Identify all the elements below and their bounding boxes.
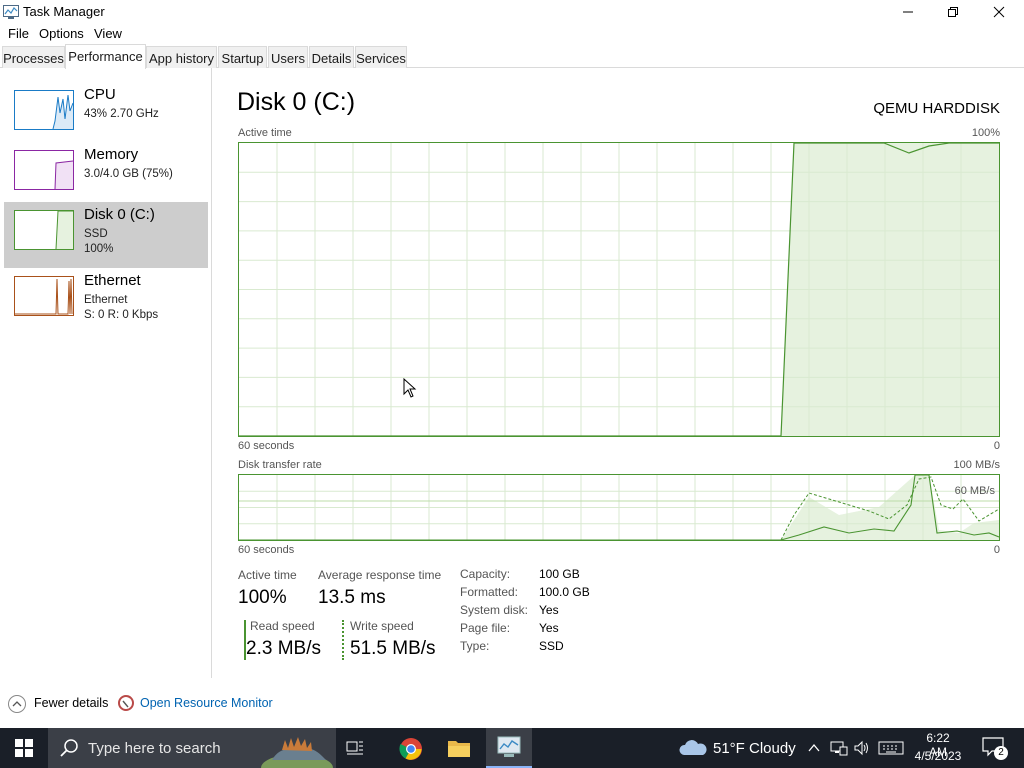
- info-formatted-key: Formatted:: [460, 585, 519, 599]
- chevron-up-tray-icon[interactable]: [807, 741, 821, 755]
- task-view-icon[interactable]: [345, 738, 365, 758]
- sidebar-disk-title: Disk 0 (C:): [84, 206, 155, 223]
- info-page-file-value: Yes: [539, 621, 559, 635]
- sidebar-item-ethernet[interactable]: Ethernet Ethernet S: 0 R: 0 Kbps: [4, 268, 208, 334]
- menu-options[interactable]: Options: [39, 26, 84, 41]
- resource-monitor-icon: [118, 695, 134, 711]
- transfer-rate-graph-mid: 60 MB/s: [954, 485, 995, 497]
- task-manager-taskbar-icon: [497, 736, 521, 757]
- tab-services[interactable]: Services: [355, 46, 407, 68]
- task-manager-icon: [3, 5, 19, 19]
- sidebar-ethernet-title: Ethernet: [84, 272, 141, 289]
- fewer-details-link[interactable]: Fewer details: [34, 696, 108, 710]
- active-time-graph: [238, 142, 1000, 437]
- clock-date[interactable]: 4/5/2023: [910, 749, 966, 763]
- active-time-graph-label: Active time: [238, 127, 292, 139]
- sidebar-item-memory[interactable]: Memory 3.0/4.0 GB (75%): [4, 142, 208, 208]
- performance-sidebar: CPU 43% 2.70 GHz Memory 3.0/4.0 GB (75%)…: [0, 68, 212, 678]
- chevron-up-icon[interactable]: [8, 695, 26, 713]
- sidebar-disk-type: SSD: [84, 228, 108, 240]
- notification-center-button[interactable]: 2: [982, 737, 1008, 760]
- sidebar-memory-title: Memory: [84, 146, 139, 163]
- close-icon: [993, 6, 1005, 18]
- weather-text[interactable]: 51°F Cloudy: [713, 740, 796, 757]
- tab-processes[interactable]: Processes: [2, 46, 65, 68]
- sidebar-cpu-usage: 43% 2.70 GHz: [84, 108, 159, 120]
- info-page-file-key: Page file:: [460, 621, 511, 635]
- transfer-rate-graph-min: 0: [993, 544, 1000, 556]
- sidebar-ethernet-adapter: Ethernet: [84, 294, 128, 306]
- sidebar-memory-usage: 3.0/4.0 GB (75%): [84, 168, 173, 180]
- sidebar-item-disk[interactable]: Disk 0 (C:) SSD 100%: [4, 202, 208, 268]
- mouse-cursor-icon: [403, 378, 417, 398]
- sidebar-disk-usage: 100%: [84, 243, 114, 255]
- tab-startup[interactable]: Startup: [218, 46, 267, 68]
- transfer-rate-graph-max: 100 MB/s: [953, 459, 1000, 471]
- tab-performance[interactable]: Performance: [65, 44, 146, 69]
- active-time-graph-min: 0: [993, 440, 1000, 452]
- volume-icon[interactable]: [853, 739, 871, 757]
- menu-file[interactable]: File: [8, 26, 29, 41]
- file-explorer-icon[interactable]: [447, 737, 471, 759]
- menu-view[interactable]: View: [94, 26, 122, 41]
- write-speed-label: Write speed: [350, 619, 414, 633]
- transfer-rate-graph: 60 MB/s: [238, 474, 1000, 541]
- active-time-graph-time-span: 60 seconds: [238, 440, 295, 452]
- network-icon[interactable]: [830, 739, 848, 757]
- info-type-value: SSD: [539, 639, 564, 653]
- info-system-disk-key: System disk:: [460, 603, 529, 617]
- taskbar: Type here to search 51°F Cloudy 6:22 AM …: [0, 728, 1024, 768]
- stegosaurus-search-highlight-icon: [261, 737, 333, 768]
- active-time-value: 100%: [238, 587, 287, 608]
- write-speed-legend-bar: [342, 620, 344, 660]
- info-system-disk-value: Yes: [539, 603, 559, 617]
- start-button[interactable]: [0, 728, 48, 768]
- taskbar-task-manager-button[interactable]: [486, 728, 532, 768]
- active-time-graph-max: 100%: [971, 127, 1000, 139]
- tab-app-history[interactable]: App history: [146, 46, 217, 68]
- cpu-thumbnail-graph: [14, 90, 74, 130]
- cloudy-weather-icon: [679, 740, 707, 755]
- memory-thumbnail-graph: [14, 150, 74, 190]
- chrome-icon[interactable]: [399, 737, 423, 761]
- info-capacity-key: Capacity:: [460, 567, 511, 581]
- tab-details[interactable]: Details: [309, 46, 354, 68]
- ethernet-thumbnail-graph: [14, 276, 74, 316]
- notification-count-badge: 2: [994, 746, 1008, 760]
- sidebar-ethernet-throughput: S: 0 R: 0 Kbps: [84, 309, 159, 321]
- tab-users[interactable]: Users: [268, 46, 308, 68]
- read-speed-label: Read speed: [250, 619, 315, 633]
- search-icon: [60, 739, 78, 757]
- restore-icon: [948, 7, 958, 17]
- read-speed-value: 2.3 MB/s: [246, 638, 321, 659]
- device-model: QEMU HARDDISK: [873, 100, 1000, 117]
- keyboard-icon[interactable]: [878, 740, 904, 756]
- minimize-icon: [903, 11, 913, 13]
- info-type-key: Type:: [460, 639, 490, 653]
- info-capacity-value: 100 GB: [539, 567, 580, 581]
- footer-bar: Fewer details Open Resource Monitor: [0, 690, 1024, 718]
- avg-response-label: Average response time: [318, 568, 442, 582]
- sidebar-cpu-title: CPU: [84, 86, 116, 103]
- close-button[interactable]: [976, 0, 1022, 24]
- page-title: Disk 0 (C:): [237, 88, 356, 116]
- title-bar: Task Manager: [0, 0, 1024, 24]
- open-resource-monitor-link[interactable]: Open Resource Monitor: [140, 696, 273, 710]
- active-time-label: Active time: [238, 568, 297, 582]
- restore-button[interactable]: [930, 0, 976, 24]
- transfer-rate-graph-label: Disk transfer rate: [238, 459, 322, 471]
- search-placeholder: Type here to search: [88, 740, 221, 757]
- window-title: Task Manager: [23, 4, 105, 19]
- minimize-button[interactable]: [885, 0, 931, 24]
- avg-response-value: 13.5 ms: [318, 587, 386, 608]
- tab-strip: Processes Performance App history Startu…: [0, 44, 1024, 69]
- sidebar-item-cpu[interactable]: CPU 43% 2.70 GHz: [4, 82, 208, 148]
- write-speed-value: 51.5 MB/s: [350, 638, 436, 659]
- disk-thumbnail-graph: [14, 210, 74, 250]
- taskbar-search-box[interactable]: Type here to search: [48, 728, 336, 768]
- info-formatted-value: 100.0 GB: [539, 585, 590, 599]
- menu-bar: File Options View: [0, 24, 1024, 44]
- transfer-rate-graph-time-span: 60 seconds: [238, 544, 295, 556]
- windows-logo-icon: [15, 739, 33, 757]
